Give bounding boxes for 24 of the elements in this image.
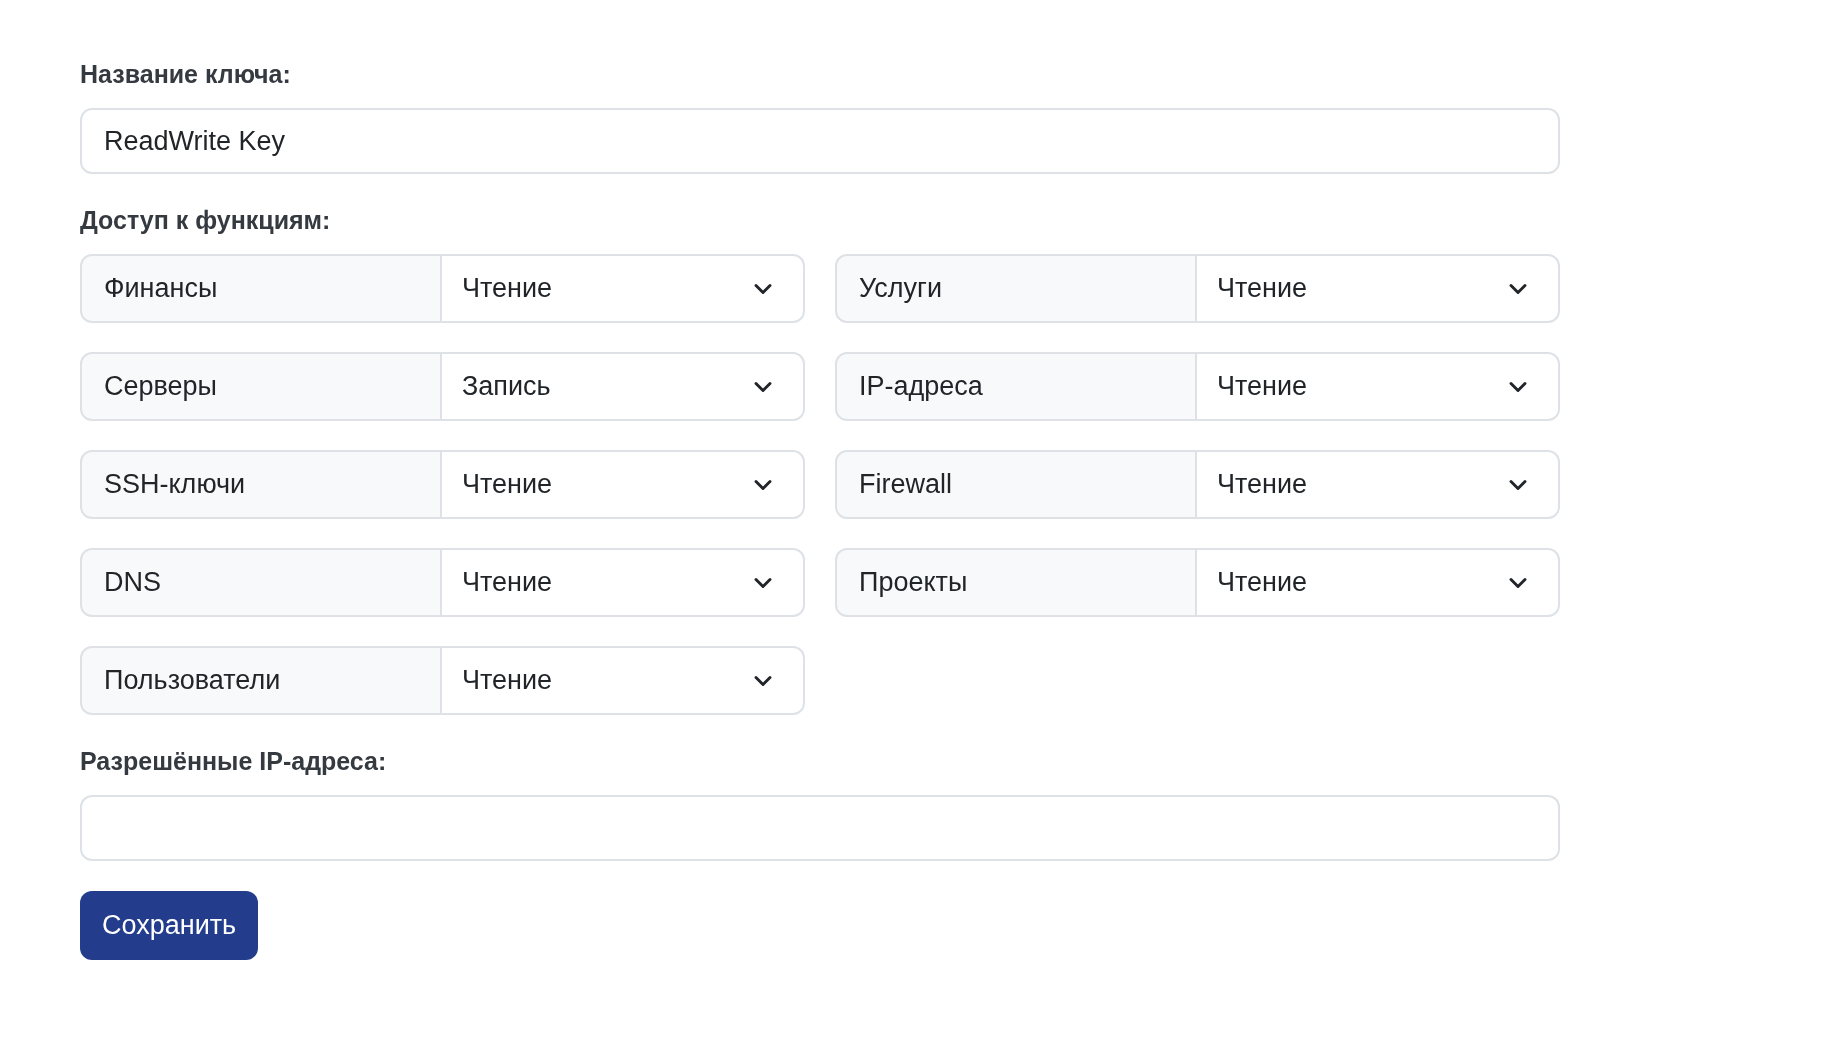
permission-select[interactable]: Чтение — [442, 548, 805, 617]
permission-label: DNS — [80, 548, 442, 617]
permission-label: SSH-ключи — [80, 450, 442, 519]
permission-label: Услуги — [835, 254, 1197, 323]
field-label: Разрешённые IP-адреса: — [80, 746, 388, 777]
save-button[interactable]: Сохранить — [80, 891, 259, 960]
allowed-ips-input[interactable] — [80, 795, 1560, 861]
permission-select[interactable]: Чтение — [1197, 352, 1560, 421]
field-label: Доступ к функциям: — [80, 205, 332, 236]
permission-label: Серверы — [80, 352, 442, 421]
permission-label: Финансы — [80, 254, 442, 323]
permission-label: Firewall — [835, 450, 1197, 519]
permission-select[interactable]: Чтение — [442, 254, 805, 323]
permission-select[interactable]: Чтение — [1197, 450, 1560, 519]
permission-label: IP-адреса — [835, 352, 1197, 421]
permission-label: Пользователи — [80, 646, 442, 715]
field-label: Название ключа: — [80, 59, 292, 90]
key-name-input[interactable]: ReadWrite Key — [80, 108, 1560, 174]
permission-select[interactable]: Чтение — [442, 646, 805, 715]
permission-select[interactable]: Чтение — [1197, 254, 1560, 323]
permission-select[interactable]: Чтение — [1197, 548, 1560, 617]
permission-select[interactable]: Чтение — [442, 450, 805, 519]
permission-label: Проекты — [835, 548, 1197, 617]
permission-select[interactable]: Запись — [442, 352, 805, 421]
